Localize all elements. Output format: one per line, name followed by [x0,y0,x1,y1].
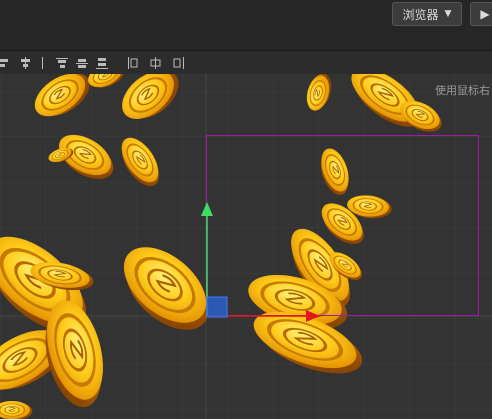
browser-label: 浏览器 [402,7,439,22]
viewport-hint: 使用鼠标右 [435,84,490,97]
chevron-down-icon: ▼ [444,9,452,19]
scene-viewport[interactable]: 使用鼠标右 [0,74,492,419]
align-right-icon[interactable] [40,57,52,69]
distribute-h-icon[interactable] [128,57,140,69]
play-icon: ▶ [480,7,490,21]
align-center-h-icon[interactable] [20,57,32,69]
align-middle-v-icon[interactable] [76,57,88,69]
align-left-icon[interactable] [0,57,12,69]
play-button[interactable]: ▶ [470,2,492,26]
distribute-center-icon[interactable] [172,57,184,69]
distribute-v-icon[interactable] [150,57,162,69]
align-toolbar [0,50,492,75]
align-bottom-icon[interactable] [96,57,108,69]
align-top-icon[interactable] [56,57,68,69]
xy-plane-handle-icon[interactable] [206,296,228,318]
scene-canvas[interactable] [0,74,492,419]
top-bar: 浏览器 ▼ ▶ [0,0,492,50]
browser-dropdown-button[interactable]: 浏览器 ▼ [392,2,462,26]
